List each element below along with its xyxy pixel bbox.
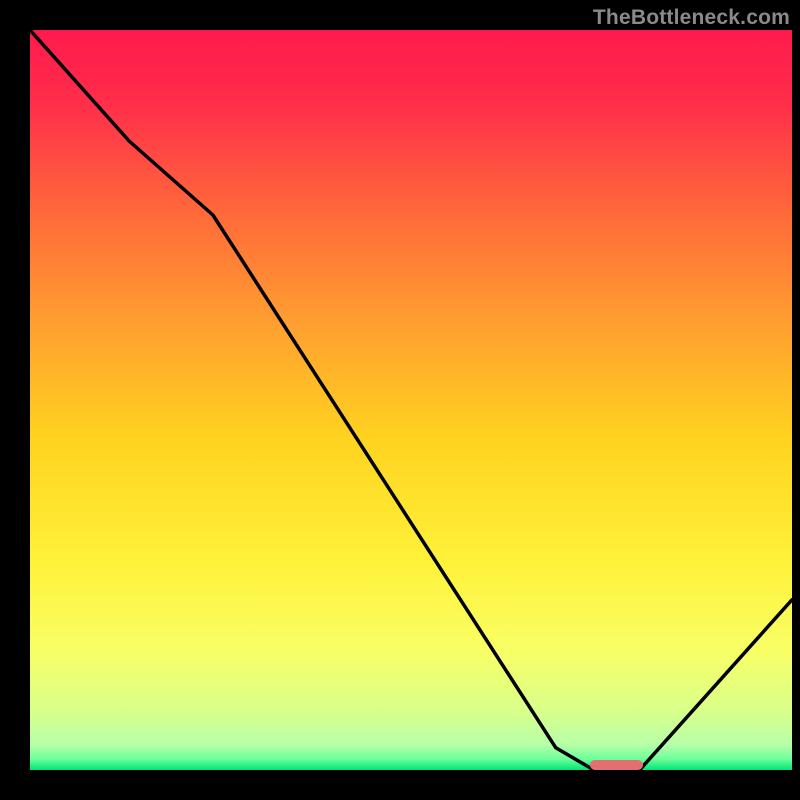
bottleneck-curve	[30, 30, 792, 770]
watermark-text: TheBottleneck.com	[593, 6, 790, 30]
chart-frame: TheBottleneck.com	[0, 0, 800, 800]
optimum-marker	[590, 760, 643, 770]
plot-area	[30, 30, 792, 770]
